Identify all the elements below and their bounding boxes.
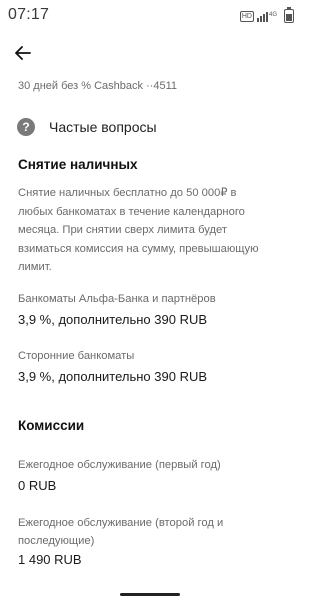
- fees-title: Комиссии: [18, 418, 85, 433]
- annual-fee-first-year-label: Ежегодное обслуживание (первый год): [18, 459, 221, 471]
- alfa-atm-label: Банкоматы Альфа-Банка и партнёров: [18, 293, 216, 305]
- third-party-atm-value: 3,9 %, дополнительно 390 RUB: [18, 369, 208, 384]
- status-bar: 07:17 HD 4G: [0, 0, 300, 32]
- status-icons: HD 4G: [239, 7, 294, 23]
- arrow-left-icon: [15, 46, 31, 60]
- annual-fee-first-year-value: 0 RUB: [18, 478, 57, 493]
- battery-icon: [284, 7, 294, 23]
- annual-fee-subsequent-label: Ежегодное обслуживание (второй год и пос…: [18, 517, 224, 547]
- third-party-atm-label: Сторонние банкоматы: [18, 350, 135, 362]
- status-time: 07:17: [8, 6, 50, 23]
- faq-link[interactable]: ? Частые вопросы: [16, 114, 286, 140]
- network-type-label: 4G: [269, 12, 277, 18]
- cash-withdrawal-title: Снятие наличных: [18, 157, 138, 172]
- back-button[interactable]: [10, 40, 36, 66]
- signal-icon: 4G: [257, 12, 277, 22]
- cash-withdrawal-description: Снятие наличных бесплатно до 50 000₽ в л…: [18, 187, 259, 273]
- account-subtitle: 30 дней без % Cashback ··4511: [18, 80, 178, 92]
- alfa-atm-value: 3,9 %, дополнительно 390 RUB: [18, 312, 208, 327]
- hd-icon: HD: [239, 10, 254, 22]
- home-indicator[interactable]: [120, 593, 180, 596]
- faq-label: Частые вопросы: [49, 119, 157, 135]
- question-icon: ?: [17, 118, 35, 136]
- annual-fee-subsequent-value: 1 490 RUB: [18, 552, 82, 567]
